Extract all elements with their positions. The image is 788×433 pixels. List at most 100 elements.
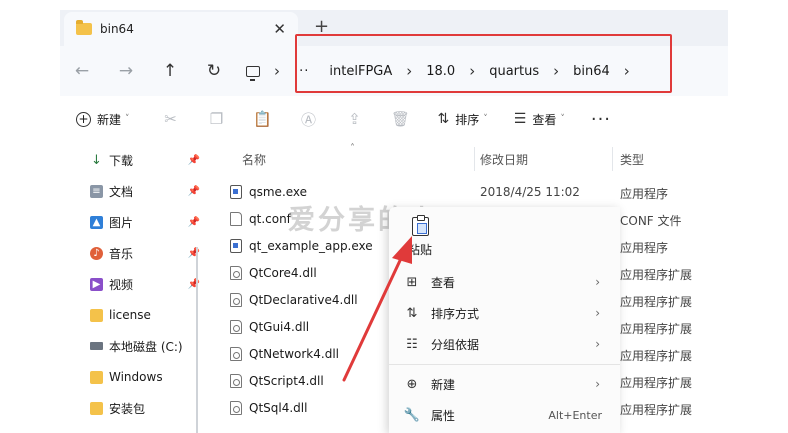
file-type: CONF 文件 [620, 214, 682, 228]
sidebar-item-local-disk-c[interactable]: 本地磁盘 (C:) [90, 335, 200, 357]
file-name: QtNetwork4.dll [249, 347, 339, 361]
text-file-icon [230, 212, 242, 226]
context-menu-item-group-by[interactable]: ☷ 分组依据 › [389, 330, 620, 358]
file-type: 应用程序扩展 [620, 295, 693, 309]
command-toolbar: + 新建 ˅ ✂ ❐ 📋 Ⓐ ⇪ 🗑 ⇅ 排序 ˅ ☰ 查看 ˅ ··· [60, 100, 728, 138]
file-name: qt.conf [249, 212, 291, 226]
file-type: 应用程序扩展 [620, 376, 693, 390]
delete-icon[interactable]: 🗑 [378, 110, 424, 128]
menu-item-label: 查看 [431, 275, 456, 290]
annotation-arrow-icon [342, 236, 412, 382]
dll-file-icon [230, 401, 242, 415]
wrench-icon: 🔧 [403, 407, 421, 423]
column-divider[interactable] [474, 147, 475, 171]
column-header-row: 名称 修改日期 类型 [212, 147, 728, 171]
dll-file-icon [230, 320, 242, 334]
rename-icon[interactable]: Ⓐ [286, 109, 332, 130]
pin-icon: 📌 [187, 216, 200, 228]
sidebar-item-installers[interactable]: 安装包 [90, 397, 200, 419]
sort-button[interactable]: ⇅ 排序 ˅ [438, 111, 488, 128]
forward-button[interactable]: → [104, 61, 148, 81]
sidebar-item-documents[interactable]: ≡ 文档 📌 [90, 180, 200, 202]
tab-title: bin64 [100, 22, 134, 36]
more-options-button[interactable]: ··· [591, 109, 611, 130]
music-icon: ♪ [90, 246, 103, 260]
folder-icon [90, 401, 103, 415]
menu-item-label: 排序方式 [431, 306, 480, 321]
tab-bin64[interactable]: bin64 ✕ [64, 12, 298, 46]
sort-icon: ⇅ [437, 111, 450, 127]
pin-icon: 📌 [187, 154, 200, 166]
sidebar-item-pictures[interactable]: ▲ 图片 📌 [90, 211, 200, 233]
sidebar-item-downloads[interactable]: ↓ 下载 📌 [90, 149, 200, 171]
context-menu-item-properties[interactable]: 🔧 属性 Alt+Enter [389, 401, 620, 429]
pin-icon: 📌 [187, 185, 200, 197]
column-divider[interactable] [612, 147, 613, 171]
drive-icon [90, 342, 103, 350]
sidebar-item-videos[interactable]: ▶ 视频 📌 [90, 273, 200, 295]
context-menu-item-sort-by[interactable]: ⇅ 排序方式 › [389, 299, 620, 327]
refresh-button[interactable]: ↻ [192, 61, 236, 81]
column-header-type[interactable]: 类型 [620, 151, 644, 168]
file-name: QtGui4.dll [249, 320, 310, 334]
sidebar-item-license[interactable]: license [90, 304, 200, 326]
up-button[interactable]: ↑ [148, 61, 192, 81]
document-icon: ≡ [90, 184, 103, 198]
sidebar-item-label: 文档 [109, 184, 134, 199]
chevron-down-icon: ˅ [125, 114, 130, 124]
share-icon[interactable]: ⇪ [332, 110, 378, 128]
sidebar-item-windows[interactable]: Windows [90, 366, 200, 388]
picture-icon: ▲ [90, 215, 103, 229]
file-name: QtScript4.dll [249, 374, 324, 388]
copy-icon[interactable]: ❐ [194, 110, 240, 128]
sidebar-item-label: Windows [109, 370, 163, 384]
back-button[interactable]: ← [60, 61, 104, 81]
file-name: qsme.exe [249, 185, 308, 199]
context-menu-item-view[interactable]: ⊞ 查看 › [389, 268, 620, 296]
sidebar-item-label: license [109, 308, 151, 322]
shortcut-label: Alt+Enter [548, 408, 602, 422]
video-icon: ▶ [90, 277, 103, 291]
pin-icon: 📌 [187, 247, 200, 259]
new-button[interactable]: + 新建 ˅ [76, 111, 130, 128]
file-type: 应用程序扩展 [620, 403, 693, 417]
dll-file-icon [230, 266, 242, 280]
chevron-right-icon: › [595, 337, 600, 351]
dll-file-icon [230, 347, 242, 361]
sidebar-item-label: 视频 [109, 277, 134, 292]
sort-ascending-icon: ˄ [350, 143, 355, 154]
menu-item-label: 属性 [431, 408, 456, 423]
file-type: 应用程序扩展 [620, 322, 693, 336]
chevron-right-icon: › [595, 377, 600, 391]
view-button[interactable]: ☰ 查看 ˅ [514, 111, 565, 128]
folder-icon [90, 370, 103, 384]
sidebar-scrollbar[interactable] [196, 247, 198, 433]
pin-icon: 📌 [187, 278, 200, 290]
close-tab-icon[interactable]: ✕ [273, 20, 286, 38]
menu-item-label: 分组依据 [431, 337, 480, 352]
column-header-date[interactable]: 修改日期 [480, 151, 528, 168]
file-type: 应用程序 [620, 187, 669, 201]
file-type: 应用程序 [620, 241, 669, 255]
download-icon: ↓ [91, 152, 102, 168]
column-header-name[interactable]: 名称 [242, 151, 266, 168]
sidebar-item-music[interactable]: ♪ 音乐 📌 [90, 242, 200, 264]
paste-icon[interactable]: 📋 [240, 110, 286, 128]
context-menu-item-new[interactable]: ⊕ 新建 › [389, 370, 620, 398]
file-date: 2018/4/25 11:02 [480, 185, 580, 199]
dll-file-icon [230, 374, 242, 388]
plus-circle-icon: + [76, 111, 91, 127]
cut-icon[interactable]: ✂ [148, 110, 194, 128]
view-icon: ☰ [513, 111, 527, 127]
chevron-down-icon: ˅ [483, 114, 488, 124]
sidebar-item-label: 本地磁盘 (C:) [109, 339, 183, 354]
chevron-right-icon: › [595, 306, 600, 320]
new-label: 新建 [97, 112, 122, 127]
annotation-highlight-box [295, 34, 672, 93]
menu-item-label: 新建 [431, 377, 456, 392]
sidebar-item-label: 安装包 [109, 401, 146, 416]
chevron-right-icon[interactable]: › [274, 62, 280, 80]
exe-file-icon [230, 185, 242, 199]
this-pc-icon[interactable] [246, 65, 260, 81]
file-type: 应用程序扩展 [620, 268, 693, 282]
